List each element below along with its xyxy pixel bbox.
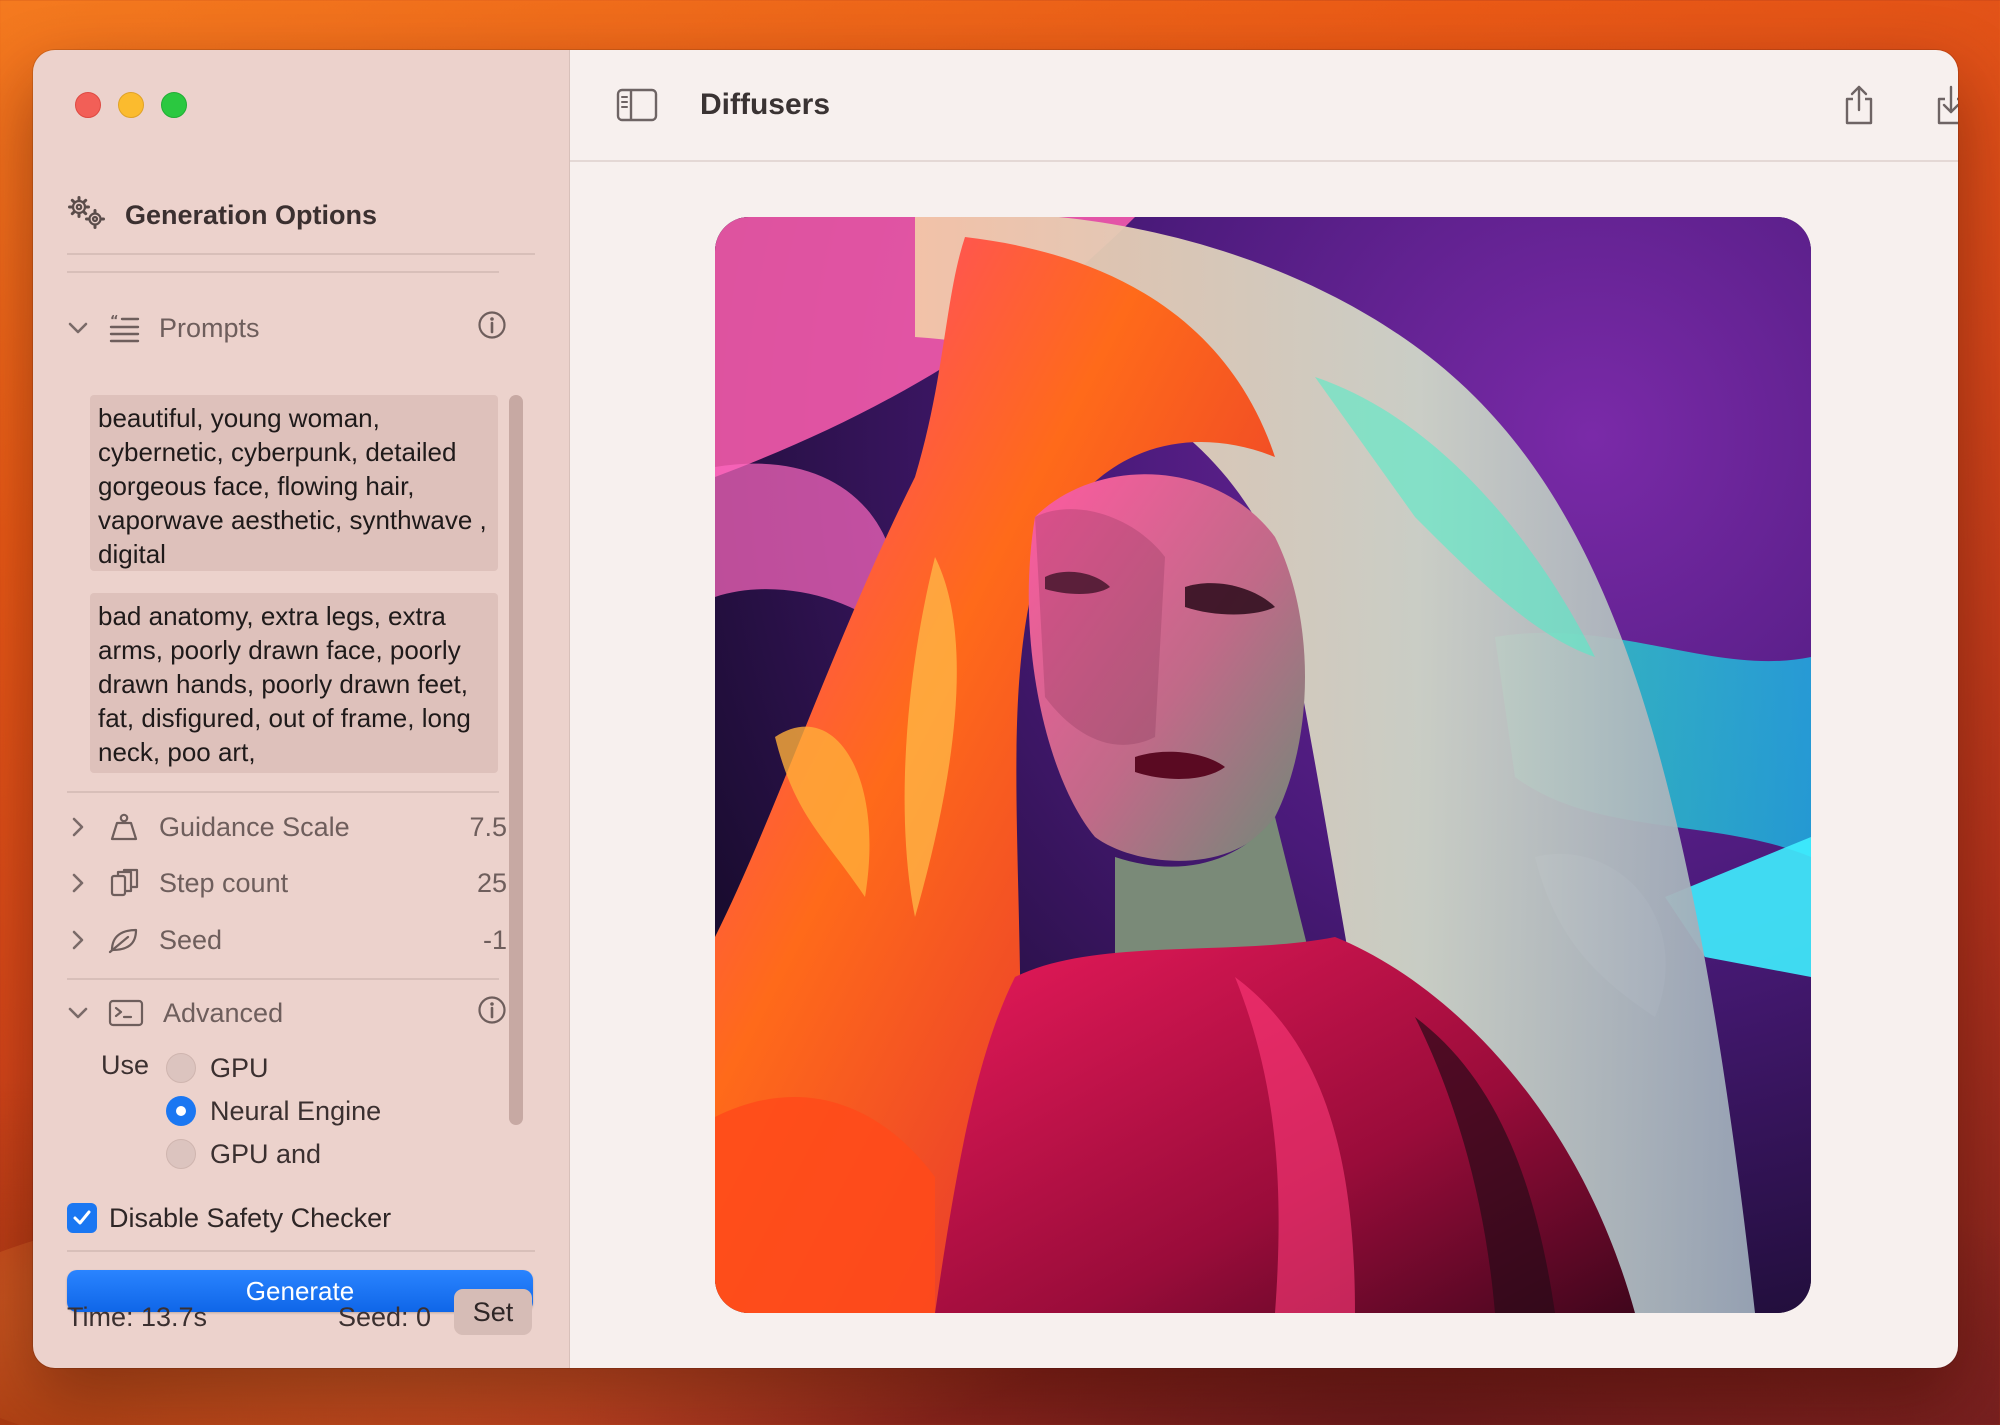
main-content: Diffusers (570, 50, 1958, 1368)
quote-list-icon: “ (107, 311, 141, 345)
radio-label: Neural Engine (210, 1095, 382, 1126)
guidance-scale-value: 7.5 (469, 811, 507, 842)
radio-button[interactable] (166, 1053, 196, 1083)
step-count-row[interactable]: Step count 25 (67, 858, 507, 908)
steps-icon (107, 866, 141, 900)
radio-label: GPU and (210, 1138, 322, 1169)
time-readout: Time: 13.7s (67, 1301, 208, 1332)
window-controls (75, 92, 187, 118)
divider (67, 253, 535, 255)
prompts-label: Prompts (159, 312, 260, 343)
leaf-icon (107, 923, 141, 957)
divider (67, 271, 499, 273)
info-icon[interactable] (477, 310, 507, 347)
generated-image (715, 217, 1811, 1313)
info-icon[interactable] (477, 995, 507, 1032)
checkbox-checked-icon[interactable] (67, 1203, 97, 1233)
sidebar: Generation Options “ Prompts beautiful, … (33, 50, 570, 1368)
sidebar-title: Generation Options (125, 199, 378, 230)
close-window-button[interactable] (75, 92, 101, 118)
seed-label: Seed (159, 924, 223, 955)
zoom-window-button[interactable] (161, 92, 187, 118)
radio-gpu-and-neural-engine[interactable]: GPU and (166, 1134, 321, 1174)
divider (67, 978, 499, 980)
chevron-down-icon (67, 317, 89, 339)
sidebar-scrollbar[interactable] (509, 395, 523, 1125)
compute-units-label: Use (101, 1050, 150, 1080)
chevron-down-icon (67, 1002, 89, 1024)
scroll-clip (193, 1170, 453, 1184)
negative-prompt-field[interactable]: bad anatomy, extra legs, extra arms, poo… (90, 593, 498, 773)
terminal-icon (107, 996, 145, 1030)
step-count-label: Step count (159, 867, 289, 898)
safety-checker-label: Disable Safety Checker (109, 1202, 392, 1233)
chevron-right-icon (67, 872, 89, 894)
svg-text:“: “ (110, 314, 119, 329)
radio-button-selected[interactable] (166, 1096, 196, 1126)
guidance-scale-row[interactable]: Guidance Scale 7.5 (67, 802, 507, 852)
weight-icon (107, 810, 141, 844)
seed-row[interactable]: Seed -1 (67, 915, 507, 965)
chevron-right-icon (67, 929, 89, 951)
gears-icon (67, 195, 107, 236)
advanced-section-header[interactable]: Advanced (67, 988, 507, 1038)
seed-readout: Seed: 0 (338, 1301, 432, 1332)
chevron-right-icon (67, 816, 89, 838)
save-download-icon[interactable] (1929, 83, 1958, 127)
radio-label: GPU (210, 1052, 269, 1083)
app-window: Generation Options “ Prompts beautiful, … (33, 50, 1958, 1368)
step-count-value: 25 (476, 867, 507, 898)
advanced-label: Advanced (163, 997, 284, 1028)
divider (67, 1250, 535, 1252)
positive-prompt-field[interactable]: beautiful, young woman, cybernetic, cybe… (90, 395, 498, 571)
prompts-section-header[interactable]: “ Prompts (67, 303, 507, 353)
divider (67, 791, 499, 793)
sidebar-header: Generation Options (67, 190, 535, 240)
window-title: Diffusers (700, 88, 831, 121)
radio-neural-engine[interactable]: Neural Engine (166, 1091, 381, 1131)
sidebar-toggle-icon[interactable] (615, 83, 659, 127)
radio-button[interactable] (166, 1139, 196, 1169)
minimize-window-button[interactable] (118, 92, 144, 118)
share-icon[interactable] (1837, 83, 1881, 127)
set-seed-button[interactable]: Set (454, 1289, 532, 1335)
radio-gpu[interactable]: GPU (166, 1048, 269, 1088)
guidance-scale-label: Guidance Scale (159, 811, 350, 842)
disable-safety-checker-toggle[interactable]: Disable Safety Checker (67, 1198, 391, 1238)
toolbar: Diffusers (570, 50, 1958, 162)
seed-value: -1 (482, 924, 507, 955)
